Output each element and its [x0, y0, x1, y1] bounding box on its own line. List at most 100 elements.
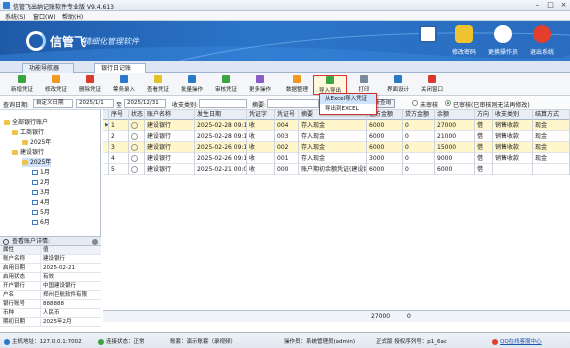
cleanup-icon	[293, 75, 301, 83]
batch-entry-button[interactable]: 筹务录入	[107, 75, 141, 95]
connection-status: 连接状态：正常	[98, 337, 145, 345]
tree-ccb[interactable]: 建设银行	[12, 148, 44, 157]
table-row[interactable]: 3 建设银行 2025-02-26 09:12 收 002 存入现金 6000 …	[103, 142, 570, 153]
col-seq[interactable]: 序号	[109, 110, 129, 120]
table-row[interactable]: 4 建设银行 2025-02-26 09:12 收 001 存入现金 3000 …	[103, 153, 570, 164]
date-mode-select[interactable]: 自定义日期	[33, 99, 73, 108]
close-panel-icon[interactable]	[92, 239, 98, 245]
detail-row: 启用状态 有效	[0, 273, 101, 282]
summary-input[interactable]	[267, 99, 319, 108]
tree-month-3[interactable]: 3月	[32, 188, 50, 197]
audit-voucher-button[interactable]: 审核凭证	[209, 75, 243, 95]
date-to-input[interactable]: 2025/12/31	[124, 99, 166, 108]
account-detail-header: 查看账户详情:	[0, 236, 101, 246]
col-settlement[interactable]: 结算方式	[533, 110, 570, 120]
table-row[interactable]: 2 建设银行 2025-02-28 09:13 收 003 存入现金 6000 …	[103, 131, 570, 142]
filter-bar: 查询日期: 自定义日期 2025/1/1 至 2025/12/31 收支类别: …	[0, 97, 570, 110]
import-export-button[interactable]: 导入导出	[313, 75, 347, 95]
tree-ccb-2025[interactable]: 2025年	[22, 158, 52, 167]
col-balance[interactable]: 余额	[435, 110, 475, 120]
exit-system-button[interactable]: 退出系统	[522, 25, 562, 59]
date-from-input[interactable]: 2025/1/1	[76, 99, 114, 108]
audit-icon	[222, 75, 230, 83]
maximize-button[interactable]: □	[546, 1, 555, 9]
company-account: 账套：演示账套（录视频）	[170, 339, 237, 345]
view-voucher-button[interactable]: 查看凭证	[141, 75, 175, 95]
table-row[interactable]: 5 建设银行 2025-02-21 00:00 收 000 账户期初余额凭证(建…	[103, 164, 570, 175]
brand-name: 信管飞	[50, 35, 87, 49]
data-cleanup-button[interactable]: 数据整理	[280, 75, 314, 95]
tab-function-navigator[interactable]: 功能导航器	[22, 63, 74, 73]
more-operations-button[interactable]: 更多操作	[243, 75, 277, 95]
audited-radio[interactable]	[445, 100, 451, 106]
detail-header-row: 属性值	[0, 246, 101, 255]
detail-row: 银行账号 888888	[0, 300, 101, 309]
col-date[interactable]: 发生日期	[195, 110, 247, 120]
folder-icon	[22, 140, 28, 145]
account-tree: 全部银行账户 工商银行 2025年 建设银行 2025年 1月 2月 3月 4月…	[0, 110, 101, 236]
calendar-icon	[32, 180, 38, 185]
print-button[interactable]: 打印	[347, 75, 381, 95]
exit-system-label: 退出系统	[529, 49, 554, 56]
calendar-icon	[32, 200, 38, 205]
tree-month-4[interactable]: 4月	[32, 198, 50, 207]
status-icon	[131, 155, 138, 162]
unaudited-label: 未审核	[420, 102, 439, 109]
menu-system[interactable]: 系统(S)	[5, 12, 26, 21]
calendar-icon	[32, 190, 38, 195]
col-credit[interactable]: 贷方金额	[403, 110, 435, 120]
col-category[interactable]: 收支类别	[493, 110, 533, 120]
user-icon	[494, 25, 512, 43]
totals-row: 27000 0	[103, 310, 570, 322]
connection-icon	[98, 338, 104, 345]
tree-icbc[interactable]: 工商银行	[12, 128, 44, 137]
col-status[interactable]: 状态	[129, 110, 145, 120]
status-icon	[131, 166, 138, 173]
entry-icon	[120, 75, 128, 83]
close-button[interactable]: ×	[559, 1, 568, 9]
change-password-button[interactable]: 修改密码	[444, 25, 484, 59]
category-select[interactable]	[199, 99, 247, 108]
brand-logo-icon	[26, 31, 46, 51]
tree-all-accounts[interactable]: 全部银行账户	[4, 118, 48, 127]
layout-design-button[interactable]: 界面设计	[381, 75, 415, 95]
tree-month-6[interactable]: 6月	[32, 218, 50, 227]
menu-export-to-excel[interactable]: 导出到EXCEL	[320, 104, 376, 114]
menu-import-from-excel[interactable]: 从Excel导入凭证	[320, 94, 376, 104]
tree-month-5[interactable]: 5月	[32, 208, 50, 217]
brand-slogan: 精细化管理软件	[83, 37, 139, 46]
unaudited-radio[interactable]	[412, 100, 418, 106]
delete-voucher-button[interactable]: 删除凭证	[73, 75, 107, 95]
tab-bank-journal[interactable]: 银行日记账	[94, 63, 146, 73]
tree-month-2[interactable]: 2月	[32, 178, 50, 187]
detail-row: 期初日期 2025年2月	[0, 318, 101, 327]
list-view-button[interactable]	[408, 25, 448, 59]
batch-icon	[188, 75, 196, 83]
detail-row: 账户名称 建设银行	[0, 255, 101, 264]
batch-operation-button[interactable]: 批量操作	[175, 75, 209, 95]
total-debit: 27000	[371, 313, 391, 320]
app-icon	[3, 2, 10, 9]
new-voucher-button[interactable]: 新增凭证	[5, 75, 39, 95]
tree-icbc-2025[interactable]: 2025年	[22, 138, 51, 147]
table-row[interactable]: ▶ 1 建设银行 2025-02-28 09:13 收 004 存入现金 600…	[103, 120, 570, 131]
folder-icon	[12, 150, 18, 155]
category-label: 收支类别:	[172, 102, 199, 109]
switch-operator-button[interactable]: 更换操作员	[483, 25, 523, 59]
col-account[interactable]: 账户名称	[145, 110, 195, 120]
menu-help[interactable]: 帮助(H)	[62, 12, 83, 21]
minimize-button[interactable]: –	[533, 1, 542, 9]
detail-row: 启用日期 2025-02-21	[0, 264, 101, 273]
view-icon	[154, 75, 162, 83]
delete-icon	[86, 75, 94, 83]
col-direction[interactable]: 方向	[475, 110, 493, 120]
tree-month-1[interactable]: 1月	[32, 168, 50, 177]
menu-window[interactable]: 窗口(W)	[33, 12, 56, 21]
support-link[interactable]: QQ在线客服中心	[492, 337, 542, 345]
close-window-button[interactable]: 关闭窗口	[415, 75, 449, 95]
col-voucher-no[interactable]: 凭证号	[275, 110, 299, 120]
edit-voucher-button[interactable]: 修改凭证	[39, 75, 73, 95]
detail-row: 户名 郑州巨航软件有限	[0, 291, 101, 300]
close-window-icon	[428, 75, 436, 83]
col-voucher-word[interactable]: 凭证字	[247, 110, 275, 120]
